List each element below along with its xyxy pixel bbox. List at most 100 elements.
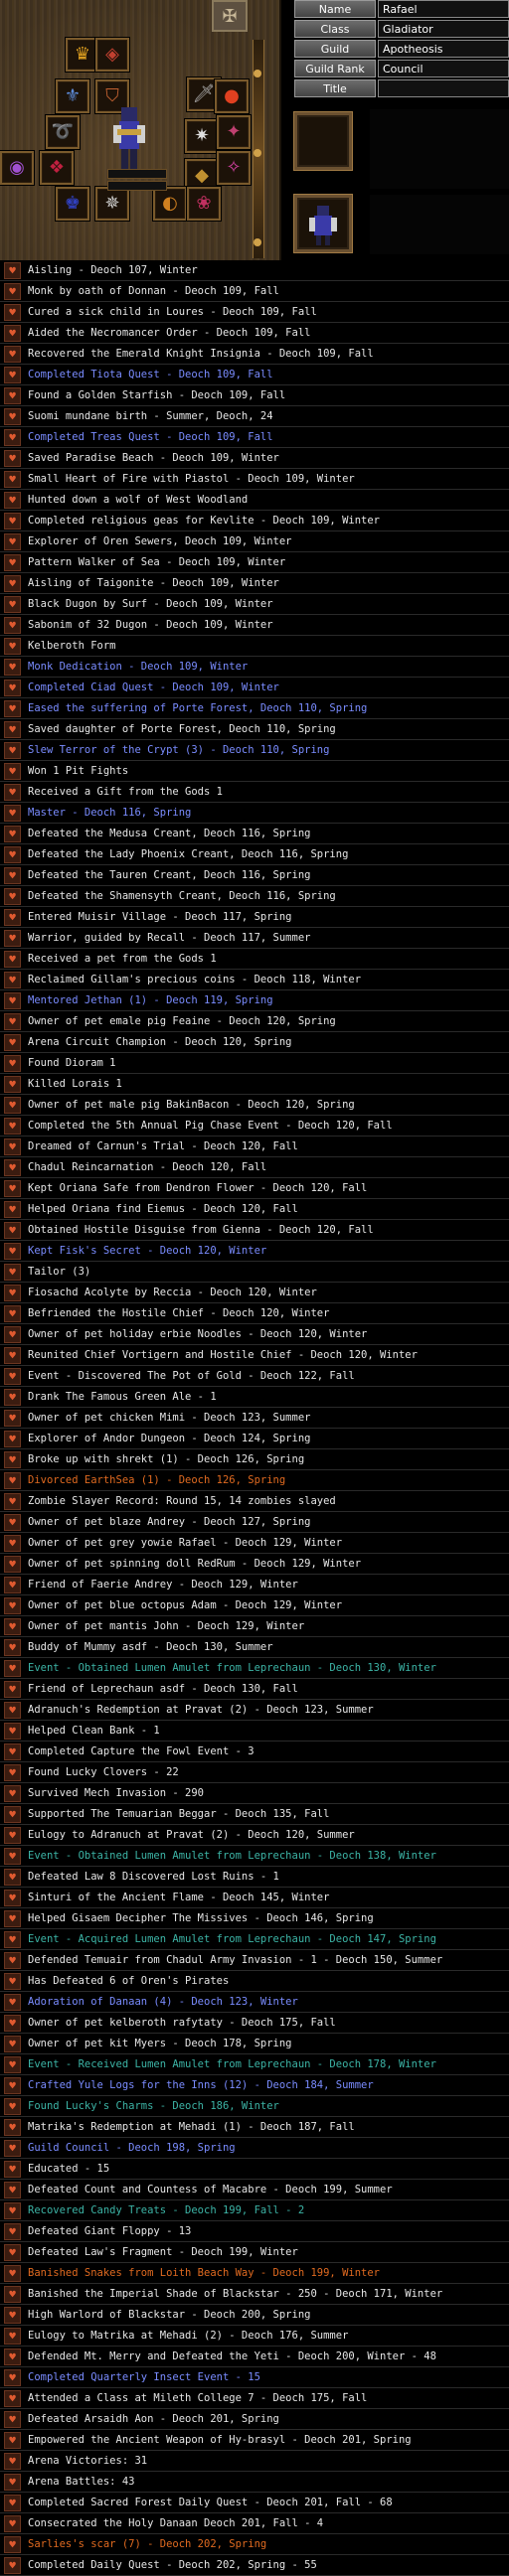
legend-text: Crafted Yule Logs for the Inns (12) - De… — [28, 2079, 374, 2091]
legend-item: ♥ Tailor (3) — [0, 1262, 509, 1283]
legend-text: Master - Deoch 116, Spring — [28, 807, 192, 819]
info-label: Title — [294, 79, 376, 97]
belt-slot[interactable]: ➰ — [46, 115, 80, 149]
legend-mark-icon: ♥ — [4, 532, 21, 550]
legend-text: Owner of pet emale pig Feaine - Deoch 12… — [28, 1015, 336, 1027]
legend-item: ♥ Helped Clean Bank - 1 — [0, 1721, 509, 1742]
legend-mark-icon: ♥ — [4, 699, 21, 717]
legend-mark-icon: ♥ — [4, 991, 21, 1009]
legend-mark-icon: ♥ — [4, 2348, 21, 2365]
legend-item: ♥ Defeated Law's Fragment - Deoch 199, Wi… — [0, 2242, 509, 2263]
gauntlet-slot[interactable]: ✦ — [217, 115, 251, 149]
legend-mark-icon: ♥ — [4, 908, 21, 926]
legend-text: Completed Quarterly Insect Event - 15 — [28, 2371, 260, 2383]
legend-item: ♥ Recovered Candy Treats - Deoch 199, Fal… — [0, 2200, 509, 2221]
legend-mark-icon: ♥ — [4, 2389, 21, 2407]
legend-mark-icon: ♥ — [4, 1617, 21, 1635]
legend-item: ♥ Consecrated the Holy Danaan Deoch 201, … — [0, 2513, 509, 2534]
legend-mark-icon: ♥ — [4, 887, 21, 905]
legend-text: Owner of pet kelberoth rafytaty - Deoch … — [28, 2017, 336, 2029]
legend-mark-icon: ♥ — [4, 261, 21, 279]
overcoat-icon: ♚ — [64, 193, 82, 214]
legend-mark-icon: ♥ — [4, 553, 21, 571]
weapon-icon: 🗡 — [192, 83, 216, 104]
legend-text: Defeated Count and Countess of Macabre -… — [28, 2184, 393, 2196]
legend-mark-icon: ♥ — [4, 2076, 21, 2094]
legend-text: Warrior, guided by Recall - Deoch 117, S… — [28, 932, 311, 944]
legend-text: Completed Tiota Quest - Deoch 109, Fall — [28, 369, 273, 380]
armor-slot[interactable]: ✷ — [185, 119, 219, 153]
legend-text: Owner of pet grey yowie Rafael - Deoch 1… — [28, 1537, 343, 1549]
helmet-slot[interactable]: ♛ — [66, 38, 99, 72]
profile-image-panel — [370, 195, 509, 254]
legend-mark-icon: ♥ — [4, 845, 21, 863]
legend-text: Divorced EarthSea (1) - Deoch 126, Sprin… — [28, 1474, 286, 1486]
legend-item: ♥ Owner of pet holiday erbie Noodles - De… — [0, 1324, 509, 1345]
legend-text: Killed Lorais 1 — [28, 1078, 122, 1090]
legend-mark-icon: ♥ — [4, 2306, 21, 2324]
legend-item: ♥ Matrika's Redemption at Mehadi (1) - De… — [0, 2117, 509, 2138]
legend-mark-icon: ♥ — [4, 2139, 21, 2157]
legend-item: ♥ Guild Council - Deoch 198, Spring — [0, 2138, 509, 2159]
legend-item: ♥ Helped Gisaem Decipher The Missives - D… — [0, 1908, 509, 1929]
legend-text: Befriended the Hostile Chief - Deoch 120… — [28, 1307, 330, 1319]
legend-item: ♥ Supported The Temuarian Beggar - Deoch … — [0, 1804, 509, 1825]
info-row-name: Name Rafael — [294, 0, 509, 18]
orb-icon: ◉ — [9, 157, 25, 178]
legend-item: ♥ Killed Lorais 1 — [0, 1074, 509, 1095]
legend-text: Arena Battles: 43 — [28, 2476, 135, 2488]
right-hand-slot[interactable]: ✧ — [217, 151, 251, 185]
legend-mark-icon: ♥ — [4, 407, 21, 425]
legend-text: Defended Temuair from Chadul Army Invasi… — [28, 1954, 443, 1966]
legend-text: Won 1 Pit Fights — [28, 765, 129, 777]
charm-icon: ❀ — [196, 193, 212, 214]
legend-item: ♥ Completed Daily Quest - Deoch 202, Spri… — [0, 2555, 509, 2576]
legend-mark-icon: ♥ — [4, 1763, 21, 1781]
legend-item: ♥ High Warlord of Blackstar - Deoch 200, … — [0, 2305, 509, 2326]
legend-mark-icon: ♥ — [4, 1325, 21, 1343]
trinket-slot[interactable]: ◐ — [153, 187, 187, 221]
emblem-icon[interactable]: ✠ — [212, 0, 248, 32]
legend-mark-icon: ♥ — [4, 1847, 21, 1865]
legend-mark-icon: ♥ — [4, 1805, 21, 1823]
legend-mark-icon: ♥ — [4, 1200, 21, 1218]
info-row-title: Title — [294, 79, 509, 97]
legend-mark-icon: ♥ — [4, 2535, 21, 2553]
legend-text: Monk Dedication - Deoch 109, Winter — [28, 661, 249, 673]
legend-item: ♥ Won 1 Pit Fights — [0, 761, 509, 782]
legend-text: Helped Clean Bank - 1 — [28, 1725, 160, 1737]
legend-text: Black Dugon by Surf - Deoch 109, Winter — [28, 598, 273, 610]
legend-mark-icon: ♥ — [4, 1993, 21, 2011]
legend-text: Defeated the Lady Phoenix Creant, Deoch … — [28, 848, 349, 860]
legend-text: Empowered the Ancient Weapon of Hy-brasy… — [28, 2434, 412, 2446]
legend-item: ♥ Aisling of Taigonite - Deoch 109, Winte… — [0, 573, 509, 594]
left-hand-slot[interactable]: ❖ — [40, 151, 74, 185]
legend-item: ♥ Owner of pet blaze Andrey - Deoch 127, … — [0, 1512, 509, 1533]
charm-slot[interactable]: ❀ — [187, 187, 221, 221]
ring-slot[interactable]: ● — [215, 79, 249, 113]
legend-item: ♥ Owner of pet kit Myers - Deoch 178, Spr… — [0, 2034, 509, 2054]
legend-mark-icon: ♥ — [4, 1930, 21, 1948]
legend-text: Owner of pet mantis John - Deoch 129, Wi… — [28, 1620, 305, 1632]
legend-text: Defeated the Tauren Creant, Deoch 116, S… — [28, 869, 311, 881]
legend-text: Broke up with shrekt (1) - Deoch 126, Sp… — [28, 1453, 305, 1465]
accessory-slot[interactable]: ✵ — [95, 187, 129, 221]
legend-item: ♥ Banished Snakes from Loith Beach Way - … — [0, 2263, 509, 2284]
legend-text: Received a Gift from the Gods 1 — [28, 786, 223, 798]
earring-slot[interactable]: ◈ — [95, 38, 129, 72]
legend-text: Arena Victories: 31 — [28, 2455, 148, 2467]
legend-mark-icon: ♥ — [4, 825, 21, 842]
legend-mark-icon: ♥ — [4, 1263, 21, 1281]
legend-item: ♥ Defeated Arsaidh Aon - Deoch 201, Sprin… — [0, 2409, 509, 2430]
legend-text: Event - Obtained Lumen Amulet from Lepre… — [28, 1662, 436, 1674]
legend-mark-icon: ♥ — [4, 282, 21, 300]
legend-item: ♥ Defeated Law 8 Discovered Lost Ruins - … — [0, 1867, 509, 1888]
legend-mark-icon: ♥ — [4, 1951, 21, 1969]
legend-item: ♥ Chadul Reincarnation - Deoch 120, Fall — [0, 1157, 509, 1178]
legend-text: Defended Mt. Merry and Defeated the Yeti… — [28, 2350, 436, 2362]
legend-item: ♥ Kept Fisk's Secret - Deoch 120, Winter — [0, 1241, 509, 1262]
crystal-icon: ✧ — [226, 157, 242, 178]
left-ring-slot[interactable]: ◉ — [0, 151, 34, 185]
legend-text: Found a Golden Starfish - Deoch 109, Fal… — [28, 389, 286, 401]
overcoat-slot[interactable]: ♚ — [56, 187, 89, 221]
